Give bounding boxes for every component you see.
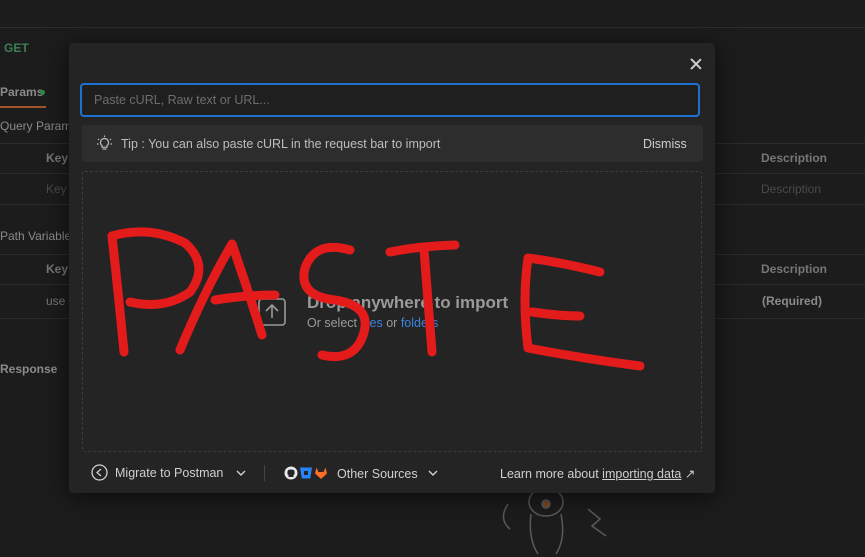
- drop-subtitle: Or select files or folders: [307, 316, 438, 330]
- gitlab-icon: [315, 467, 327, 479]
- external-link-icon: ↗: [684, 467, 696, 481]
- request-method[interactable]: GET: [4, 41, 29, 55]
- footer-divider: [264, 465, 265, 481]
- lightbulb-icon: [97, 135, 112, 150]
- drop-title: Drop anywhere to import: [307, 293, 509, 312]
- params-tab-underline: [0, 106, 46, 108]
- bitbucket-icon: [300, 467, 312, 479]
- col-key-header: Key: [46, 151, 69, 165]
- importing-data-link[interactable]: importing data: [602, 467, 681, 481]
- query-params-label: Query Params: [0, 119, 78, 133]
- key-placeholder[interactable]: Key: [46, 182, 67, 196]
- drop-or: or: [386, 316, 398, 330]
- params-active-dot: [40, 90, 45, 95]
- tab-params[interactable]: Params: [0, 85, 43, 99]
- close-icon[interactable]: [688, 56, 704, 72]
- other-sources-button[interactable]: Other Sources: [337, 467, 418, 481]
- select-files-link[interactable]: files: [361, 316, 383, 330]
- dismiss-button[interactable]: Dismiss: [643, 137, 687, 151]
- learn-more-prefix: Learn more about: [500, 467, 599, 481]
- upload-icon: [258, 298, 286, 326]
- col-description-header: Description: [761, 262, 828, 276]
- path-key-value[interactable]: use: [46, 294, 65, 308]
- drop-sub-prefix: Or select: [307, 316, 358, 330]
- response-label: Response: [0, 362, 58, 376]
- chevron-down-icon[interactable]: [428, 469, 438, 477]
- github-icon: [284, 466, 298, 480]
- migrate-to-postman-button[interactable]: Migrate to Postman: [115, 466, 223, 480]
- astronaut-illustration: [502, 487, 607, 555]
- migrate-icon: [91, 464, 108, 481]
- select-folders-link[interactable]: folders: [401, 316, 439, 330]
- tip-text: Tip : You can also paste cURL in the req…: [121, 137, 441, 151]
- learn-more: Learn more about importing data ↗: [500, 466, 695, 481]
- paste-input[interactable]: [80, 83, 700, 117]
- top-bar: [0, 0, 865, 28]
- chevron-down-icon[interactable]: [236, 469, 246, 477]
- required-label: (Required): [762, 294, 822, 308]
- path-variables-label: Path Variables: [0, 229, 78, 243]
- col-key-header: Key: [46, 262, 69, 276]
- description-placeholder[interactable]: Description: [761, 182, 821, 196]
- col-description-header: Description: [761, 151, 828, 165]
